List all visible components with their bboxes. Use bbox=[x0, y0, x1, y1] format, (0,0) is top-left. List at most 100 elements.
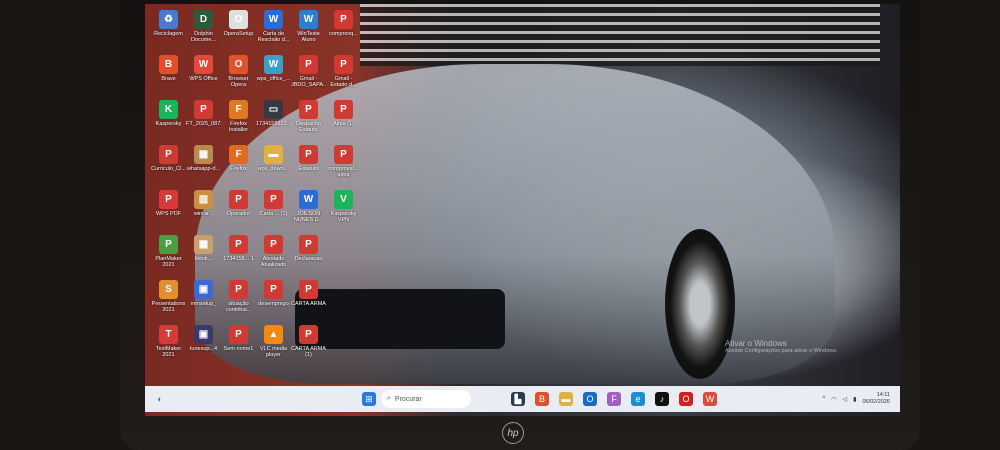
desktop-icon[interactable]: P PlanMaker 2021 bbox=[151, 235, 186, 280]
desktop-icon-label: Firefox bbox=[230, 166, 247, 172]
app-icon: W bbox=[299, 10, 318, 29]
desktop-icon[interactable]: Wwps_office_... bbox=[256, 55, 291, 100]
app-icon: F bbox=[229, 100, 248, 119]
app-icon: O bbox=[229, 10, 248, 29]
desktop-icon[interactable]: W WPS Office bbox=[186, 55, 221, 100]
app-icon: P bbox=[229, 325, 248, 344]
taskbar-edge-icon[interactable]: e bbox=[631, 392, 645, 406]
desktop-icon[interactable]: P CARTA ARMA bbox=[291, 280, 326, 325]
desktop-icon[interactable]: O OperaSetup bbox=[221, 10, 256, 55]
desktop-icon[interactable]: Pcomprovat... alma bbox=[326, 145, 361, 190]
desktop-icon[interactable]: P Gmail - JBDO_SAPA... bbox=[291, 55, 326, 100]
app-icon: P bbox=[334, 145, 353, 164]
desktop-icon[interactable]: ▬ wps_downl... bbox=[256, 145, 291, 190]
desktop-icon bbox=[326, 280, 361, 325]
desktop-icon-label: Firefox Installer bbox=[228, 121, 249, 133]
app-icon: ▣ bbox=[194, 325, 213, 344]
desktop-icon-label: CARTA ARMA (1) bbox=[291, 346, 326, 358]
desktop-icon[interactable]: ▦ tiktok... bbox=[186, 235, 221, 280]
desktop-icon[interactable]: P Sem nome1 bbox=[221, 325, 256, 370]
wifi-icon[interactable]: ◠ bbox=[831, 396, 836, 403]
taskbar-brave-icon[interactable]: B bbox=[535, 392, 549, 406]
desktop-icon[interactable]: T TextMaker 2021 bbox=[151, 325, 186, 370]
desktop-icon[interactable]: ▥ winrar... bbox=[186, 190, 221, 235]
app-icon: P bbox=[229, 280, 248, 299]
taskbar-file-explorer-dark-icon[interactable]: ▙ bbox=[511, 392, 525, 406]
chevron-up-icon[interactable]: ^ bbox=[822, 396, 825, 402]
desktop-icon[interactable]: W JOILSON NUNES D... bbox=[291, 190, 326, 235]
volume-icon[interactable]: ◁ bbox=[843, 396, 848, 403]
desktop-icon-label: comprovq... bbox=[329, 31, 358, 37]
desktop-icon[interactable]: ▣ tunesup...4 bbox=[186, 325, 221, 370]
desktop-icon[interactable]: ▲ VLC media player bbox=[256, 325, 291, 370]
desktop-icon[interactable]: P Despacho Estauto bbox=[291, 100, 326, 145]
search-box[interactable]: ⌕ Procurar bbox=[381, 390, 471, 408]
desktop-icon[interactable]: ▭ 1734158853... bbox=[256, 100, 291, 145]
taskbar-opera-icon[interactable]: O bbox=[679, 392, 693, 406]
desktop-icon-label: Dolphin Docume... bbox=[190, 31, 217, 43]
desktop-icon[interactable]: F Firefox Installer bbox=[221, 100, 256, 145]
desktop-icon[interactable]: ▣ mmsetup_ bbox=[186, 280, 221, 325]
desktop-icon[interactable]: P Gmail - Estado d... bbox=[326, 55, 361, 100]
wallpaper-slats bbox=[360, 4, 880, 66]
desktop-icon[interactable]: S Presentations 2021 bbox=[151, 280, 186, 325]
desktop-icon[interactable]: Psituação contribui... bbox=[221, 280, 256, 325]
desktop-icon-label: comprovat... alma bbox=[328, 166, 359, 178]
desktop-icon[interactable]: O Browser Opera bbox=[221, 55, 256, 100]
app-icon: D bbox=[194, 10, 213, 29]
app-icon: ▣ bbox=[194, 280, 213, 299]
activation-watermark: Ativar o Windows Acesse Configurações pa… bbox=[725, 339, 838, 354]
taskbar-folder-icon[interactable]: ▬ bbox=[559, 392, 573, 406]
desktop-icon[interactable]: P Atestado Atualizado bbox=[256, 235, 291, 280]
app-icon: W bbox=[299, 190, 318, 209]
app-icon: ▲ bbox=[264, 325, 283, 344]
desktop-icon-label: 1734158853... bbox=[256, 121, 291, 127]
taskbar-tiktok-icon[interactable]: ♪ bbox=[655, 392, 669, 406]
app-icon: P bbox=[264, 280, 283, 299]
search-placeholder: Procurar bbox=[394, 395, 422, 403]
taskbar-firefox-icon[interactable]: F bbox=[607, 392, 621, 406]
desktop-icon-label: OperaSetup bbox=[223, 31, 254, 37]
desktop-icon-label: Alma (1) bbox=[333, 121, 354, 127]
desktop-icon-label: Gmail - JBDO_SAPA... bbox=[291, 76, 326, 88]
desktop-icon[interactable]: K Kaspersky bbox=[151, 100, 186, 145]
app-icon: P bbox=[299, 280, 318, 299]
desktop-icon[interactable]: V Kaspersky VPN bbox=[326, 190, 361, 235]
desktop-icon[interactable]: P Declaracao bbox=[291, 235, 326, 280]
desktop-icon[interactable]: ♻ Reciclagem bbox=[151, 10, 186, 55]
desktop-icon[interactable]: P Alma (1) bbox=[326, 100, 361, 145]
desktop-icon-label: Carta de Rescisão d... bbox=[257, 31, 290, 43]
desktop-icon-label: PlanMaker 2021 bbox=[155, 256, 182, 268]
start-button[interactable]: ⊞ bbox=[362, 392, 376, 406]
desktop-icon[interactable]: Pcomprovq... bbox=[326, 10, 361, 55]
desktop-icon[interactable]: W WinTeste Aluno bbox=[291, 10, 326, 55]
desktop-icon-label: winrar... bbox=[193, 211, 214, 217]
desktop-icon[interactable]: F Firefox bbox=[221, 145, 256, 190]
desktop-icon[interactable]: P Estatuto bbox=[291, 145, 326, 190]
desktop-icon[interactable]: B Brave bbox=[151, 55, 186, 100]
desktop-icon[interactable]: P 1734158... 1 bbox=[221, 235, 256, 280]
desktop-icon-label: Kaspersky VPN bbox=[330, 211, 357, 223]
desktop-icon-label: TextMaker 2021 bbox=[155, 346, 182, 358]
desktop-icon[interactable]: P WPS PDF bbox=[151, 190, 186, 235]
desktop-icon-label: whatsapp-d... bbox=[186, 166, 221, 172]
desktop-icon[interactable]: P FT_2025_0872 bbox=[186, 100, 221, 145]
desktop-icon[interactable]: P Operador bbox=[221, 190, 256, 235]
app-icon: P bbox=[299, 145, 318, 164]
app-icon: P bbox=[229, 235, 248, 254]
clock[interactable]: 14:11 06/02/2026 bbox=[862, 392, 890, 406]
desktop-icon[interactable]: Pdesemprego bbox=[256, 280, 291, 325]
taskbar-outlook-icon[interactable]: O bbox=[583, 392, 597, 406]
app-icon: P bbox=[299, 325, 318, 344]
widgets-icon[interactable]: ◐ bbox=[153, 392, 167, 406]
desktop-icon[interactable]: P CARTA ARMA (1) bbox=[291, 325, 326, 370]
desktop-icon[interactable]: ▦ whatsapp-d... bbox=[186, 145, 221, 190]
battery-icon[interactable]: ▮ bbox=[853, 396, 856, 403]
desktop-icon-label: wps_downl... bbox=[257, 166, 290, 172]
desktop-icon[interactable]: W Carta de Rescisão d... bbox=[256, 10, 291, 55]
desktop-icon[interactable]: P Curriculo_Cl... bbox=[151, 145, 186, 190]
desktop-icon[interactable]: D Dolphin Docume... bbox=[186, 10, 221, 55]
taskbar-wps-office-icon[interactable]: W bbox=[703, 392, 717, 406]
desktop-icon[interactable]: P Carta ... (1) bbox=[256, 190, 291, 235]
taskbar: ◐ ⊞ ⌕ Procurar ▙ B ▬ O Fe ♪ O W ^ ◠ ◁ ▮ 14:11 0… bbox=[145, 386, 900, 412]
